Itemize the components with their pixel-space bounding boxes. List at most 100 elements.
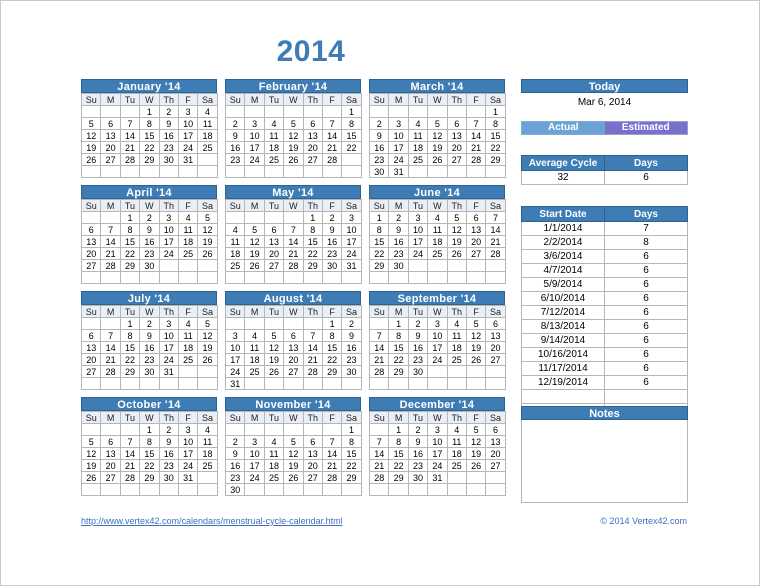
day-cell[interactable]: 28 — [465, 153, 487, 166]
day-cell[interactable]: 2 — [341, 317, 362, 330]
day-cell[interactable]: 20 — [263, 247, 285, 260]
day-cell[interactable]: 14 — [119, 129, 141, 142]
day-cell[interactable]: 16 — [158, 129, 179, 142]
day-cell[interactable]: 21 — [485, 235, 506, 248]
day-cell[interactable]: 31 — [427, 471, 448, 484]
day-cell[interactable]: 5 — [283, 435, 304, 448]
day-cell[interactable]: 15 — [388, 447, 409, 460]
day-cell[interactable]: 16 — [158, 447, 179, 460]
day-cell[interactable]: 15 — [139, 129, 160, 142]
day-cell[interactable]: 15 — [139, 447, 160, 460]
day-cell[interactable]: 31 — [177, 471, 199, 484]
day-cell[interactable]: 3 — [427, 423, 448, 436]
day-cell[interactable]: 4 — [224, 223, 246, 236]
day-cell[interactable]: 5 — [427, 117, 448, 130]
day-cell[interactable]: 23 — [341, 353, 362, 366]
day-cell[interactable]: 10 — [177, 435, 199, 448]
day-cell[interactable]: 26 — [80, 471, 102, 484]
day-cell[interactable]: 8 — [119, 329, 141, 342]
day-cell[interactable]: 18 — [177, 235, 199, 248]
day-cell[interactable]: 28 — [321, 153, 343, 166]
day-cell[interactable]: 25 — [446, 353, 467, 366]
day-cell[interactable]: 25 — [197, 459, 218, 472]
day-cell[interactable]: 9 — [224, 129, 246, 142]
day-cell[interactable]: 19 — [465, 341, 487, 354]
day-cell[interactable]: 2 — [388, 211, 409, 224]
day-cell[interactable]: 17 — [177, 447, 199, 460]
day-cell[interactable]: 6 — [485, 423, 506, 436]
day-cell[interactable]: 6 — [446, 117, 467, 130]
day-cell[interactable]: 22 — [139, 459, 160, 472]
day-cell[interactable]: 2 — [224, 117, 246, 130]
day-cell[interactable]: 14 — [321, 447, 343, 460]
day-cell[interactable]: 10 — [427, 329, 448, 342]
day-cell[interactable]: 26 — [80, 153, 102, 166]
day-cell[interactable]: 13 — [302, 447, 323, 460]
day-cell[interactable]: 11 — [224, 235, 246, 248]
day-cell[interactable]: 3 — [407, 211, 429, 224]
day-cell[interactable]: 18 — [197, 129, 218, 142]
day-cell[interactable]: 19 — [244, 247, 265, 260]
start-days-cell[interactable]: 6 — [604, 277, 688, 292]
day-cell[interactable]: 30 — [368, 165, 390, 178]
day-cell[interactable]: 9 — [407, 329, 429, 342]
day-cell[interactable]: 11 — [177, 223, 199, 236]
day-cell[interactable]: 17 — [158, 341, 179, 354]
day-cell[interactable]: 3 — [177, 423, 199, 436]
day-cell[interactable]: 12 — [80, 129, 102, 142]
start-date-cell[interactable]: 6/10/2014 — [521, 291, 605, 306]
day-cell[interactable]: 25 — [263, 153, 285, 166]
day-cell[interactable]: 19 — [446, 235, 467, 248]
day-cell[interactable]: 4 — [446, 317, 467, 330]
day-cell[interactable]: 28 — [119, 153, 141, 166]
day-cell[interactable]: 3 — [158, 317, 179, 330]
day-cell[interactable]: 26 — [465, 459, 487, 472]
day-cell[interactable]: 27 — [80, 365, 102, 378]
day-cell[interactable]: 25 — [224, 259, 246, 272]
day-cell[interactable]: 12 — [465, 329, 487, 342]
day-cell[interactable]: 21 — [100, 353, 121, 366]
day-cell[interactable]: 20 — [446, 141, 467, 154]
day-cell[interactable]: 12 — [427, 129, 448, 142]
day-cell[interactable]: 22 — [119, 247, 141, 260]
day-cell[interactable]: 15 — [302, 235, 323, 248]
day-cell[interactable]: 4 — [177, 317, 199, 330]
day-cell[interactable]: 15 — [485, 129, 506, 142]
day-cell[interactable]: 29 — [302, 259, 323, 272]
day-cell[interactable]: 20 — [80, 247, 102, 260]
day-cell[interactable]: 29 — [119, 259, 141, 272]
day-cell[interactable]: 17 — [244, 459, 265, 472]
day-cell[interactable]: 6 — [263, 223, 285, 236]
day-cell[interactable]: 14 — [100, 235, 121, 248]
day-cell[interactable]: 6 — [485, 317, 506, 330]
day-cell[interactable]: 29 — [485, 153, 506, 166]
day-cell[interactable]: 4 — [263, 435, 285, 448]
day-cell[interactable]: 13 — [446, 129, 467, 142]
day-cell[interactable]: 22 — [341, 141, 362, 154]
day-cell[interactable]: 21 — [465, 141, 487, 154]
day-cell[interactable]: 7 — [465, 117, 487, 130]
day-cell[interactable]: 21 — [119, 459, 141, 472]
day-cell[interactable]: 11 — [197, 435, 218, 448]
start-date-cell[interactable]: 8/13/2014 — [521, 319, 605, 334]
day-cell[interactable]: 17 — [177, 129, 199, 142]
day-cell[interactable]: 16 — [388, 235, 409, 248]
day-cell[interactable]: 29 — [388, 365, 409, 378]
day-cell[interactable]: 13 — [302, 129, 323, 142]
day-cell[interactable]: 26 — [446, 247, 467, 260]
day-cell[interactable]: 4 — [197, 423, 218, 436]
day-cell[interactable]: 9 — [368, 129, 390, 142]
day-cell[interactable]: 25 — [244, 365, 265, 378]
day-cell[interactable]: 13 — [485, 329, 506, 342]
day-cell[interactable]: 26 — [197, 353, 218, 366]
day-cell[interactable]: 10 — [341, 223, 362, 236]
day-cell[interactable]: 5 — [197, 317, 218, 330]
day-cell[interactable]: 5 — [197, 211, 218, 224]
start-days-cell[interactable]: 8 — [604, 235, 688, 250]
day-cell[interactable]: 15 — [119, 235, 141, 248]
day-cell[interactable]: 1 — [485, 105, 506, 118]
day-cell[interactable]: 21 — [119, 141, 141, 154]
day-cell[interactable]: 24 — [341, 247, 362, 260]
day-cell[interactable]: 17 — [407, 235, 429, 248]
day-cell[interactable]: 19 — [283, 459, 304, 472]
